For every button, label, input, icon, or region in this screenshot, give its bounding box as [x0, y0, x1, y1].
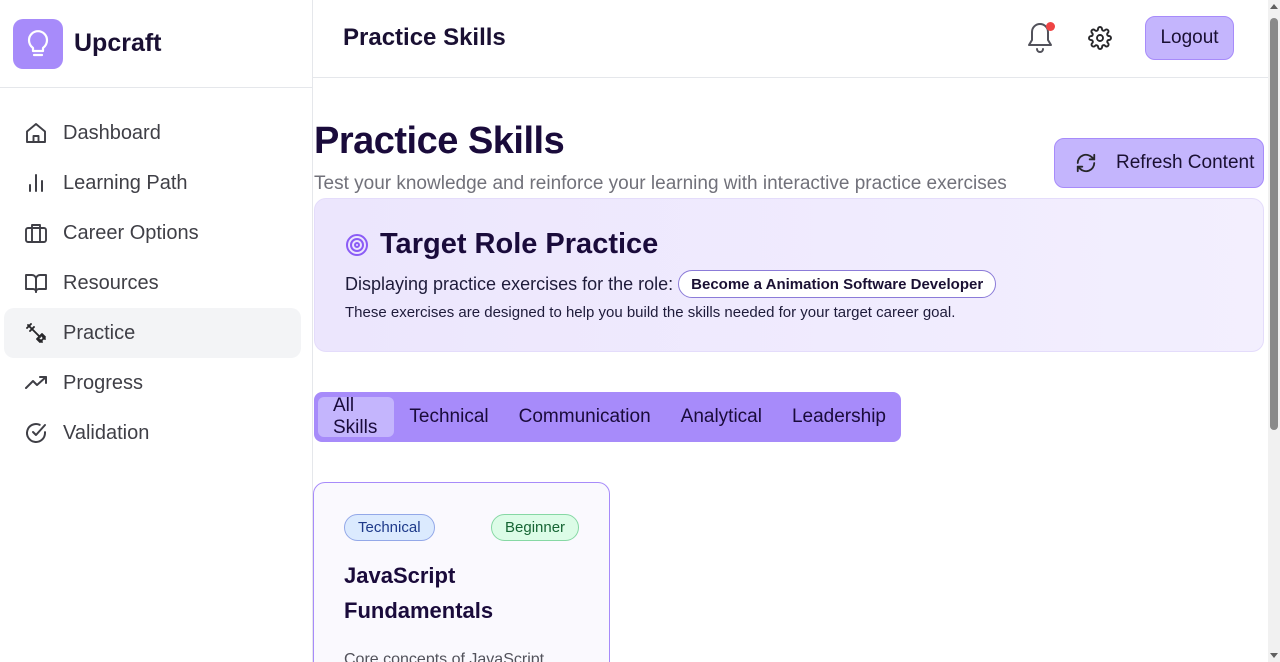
skill-card[interactable]: Technical Beginner JavaScript Fundamenta…	[313, 482, 610, 662]
refresh-icon	[1075, 152, 1097, 174]
page-title: Practice Skills	[314, 120, 565, 162]
scroll-up-arrow-icon[interactable]	[1270, 4, 1278, 9]
page-subtitle: Test your knowledge and reinforce your l…	[314, 173, 1007, 194]
refresh-content-label: Refresh Content	[1116, 152, 1255, 173]
target-role-card: Target Role Practice Displaying practice…	[314, 198, 1264, 352]
sidebar-item-label: Dashboard	[63, 121, 161, 144]
sidebar-item-label: Career Options	[63, 221, 199, 244]
bar-chart-icon	[23, 170, 49, 196]
notification-badge	[1046, 22, 1055, 31]
top-header: Practice Skills Logout	[313, 0, 1268, 78]
sidebar-item-label: Learning Path	[63, 171, 188, 194]
briefcase-icon	[23, 220, 49, 246]
target-role-prefix: Displaying practice exercises for the ro…	[345, 273, 674, 294]
sidebar-item-career-options[interactable]: Career Options	[4, 208, 301, 258]
target-role-description: These exercises are designed to help you…	[345, 304, 956, 321]
sidebar-nav: Dashboard Learning Path Career Options R…	[0, 88, 312, 458]
brand[interactable]: Upcraft	[0, 0, 312, 88]
tab-analytical[interactable]: Analytical	[666, 397, 777, 437]
sidebar-item-dashboard[interactable]: Dashboard	[4, 108, 301, 158]
book-open-icon	[23, 270, 49, 296]
dumbbell-icon	[23, 320, 49, 346]
sidebar-item-learning-path[interactable]: Learning Path	[4, 158, 301, 208]
scroll-down-arrow-icon[interactable]	[1270, 653, 1278, 658]
sidebar-item-label: Resources	[63, 271, 159, 294]
sidebar-item-label: Validation	[63, 421, 150, 444]
page-scrollbar[interactable]	[1268, 0, 1280, 662]
lightbulb-icon	[13, 18, 63, 69]
trending-up-icon	[23, 370, 49, 396]
tab-technical[interactable]: Technical	[394, 397, 503, 437]
skill-card-title: JavaScript Fundamentals	[344, 563, 494, 623]
target-role-line: Displaying practice exercises for the ro…	[345, 270, 997, 298]
tab-all-skills[interactable]: All Skills	[318, 395, 395, 438]
header-title: Practice Skills	[343, 24, 506, 51]
home-icon	[23, 120, 49, 146]
sidebar-item-validation[interactable]: Validation	[4, 408, 301, 458]
refresh-content-button[interactable]: Refresh Content	[1054, 138, 1264, 188]
sidebar: Upcraft Dashboard Learning Path Career O…	[0, 0, 313, 662]
check-circle-icon	[23, 420, 49, 446]
skill-category-tabs: All Skills Technical Communication Analy…	[314, 392, 901, 442]
skill-card-description: Core concepts of JavaScript	[344, 651, 545, 662]
target-icon	[345, 233, 369, 257]
tab-leadership[interactable]: Leadership	[777, 397, 901, 437]
logout-button[interactable]: Logout	[1145, 16, 1234, 60]
sidebar-item-practice[interactable]: Practice	[4, 308, 301, 358]
sidebar-item-label: Progress	[63, 371, 144, 394]
sidebar-item-resources[interactable]: Resources	[4, 258, 301, 308]
tab-communication[interactable]: Communication	[504, 397, 666, 437]
scrollbar-thumb[interactable]	[1270, 18, 1278, 430]
sidebar-item-progress[interactable]: Progress	[4, 358, 301, 408]
sidebar-item-label: Practice	[63, 321, 136, 344]
brand-name: Upcraft	[74, 29, 162, 57]
target-role-title: Target Role Practice	[380, 228, 659, 260]
difficulty-badge: Beginner	[491, 514, 580, 541]
category-badge: Technical	[344, 514, 435, 541]
target-role-badge: Become a Animation Software Developer	[678, 270, 997, 298]
gear-icon[interactable]	[1088, 26, 1112, 50]
